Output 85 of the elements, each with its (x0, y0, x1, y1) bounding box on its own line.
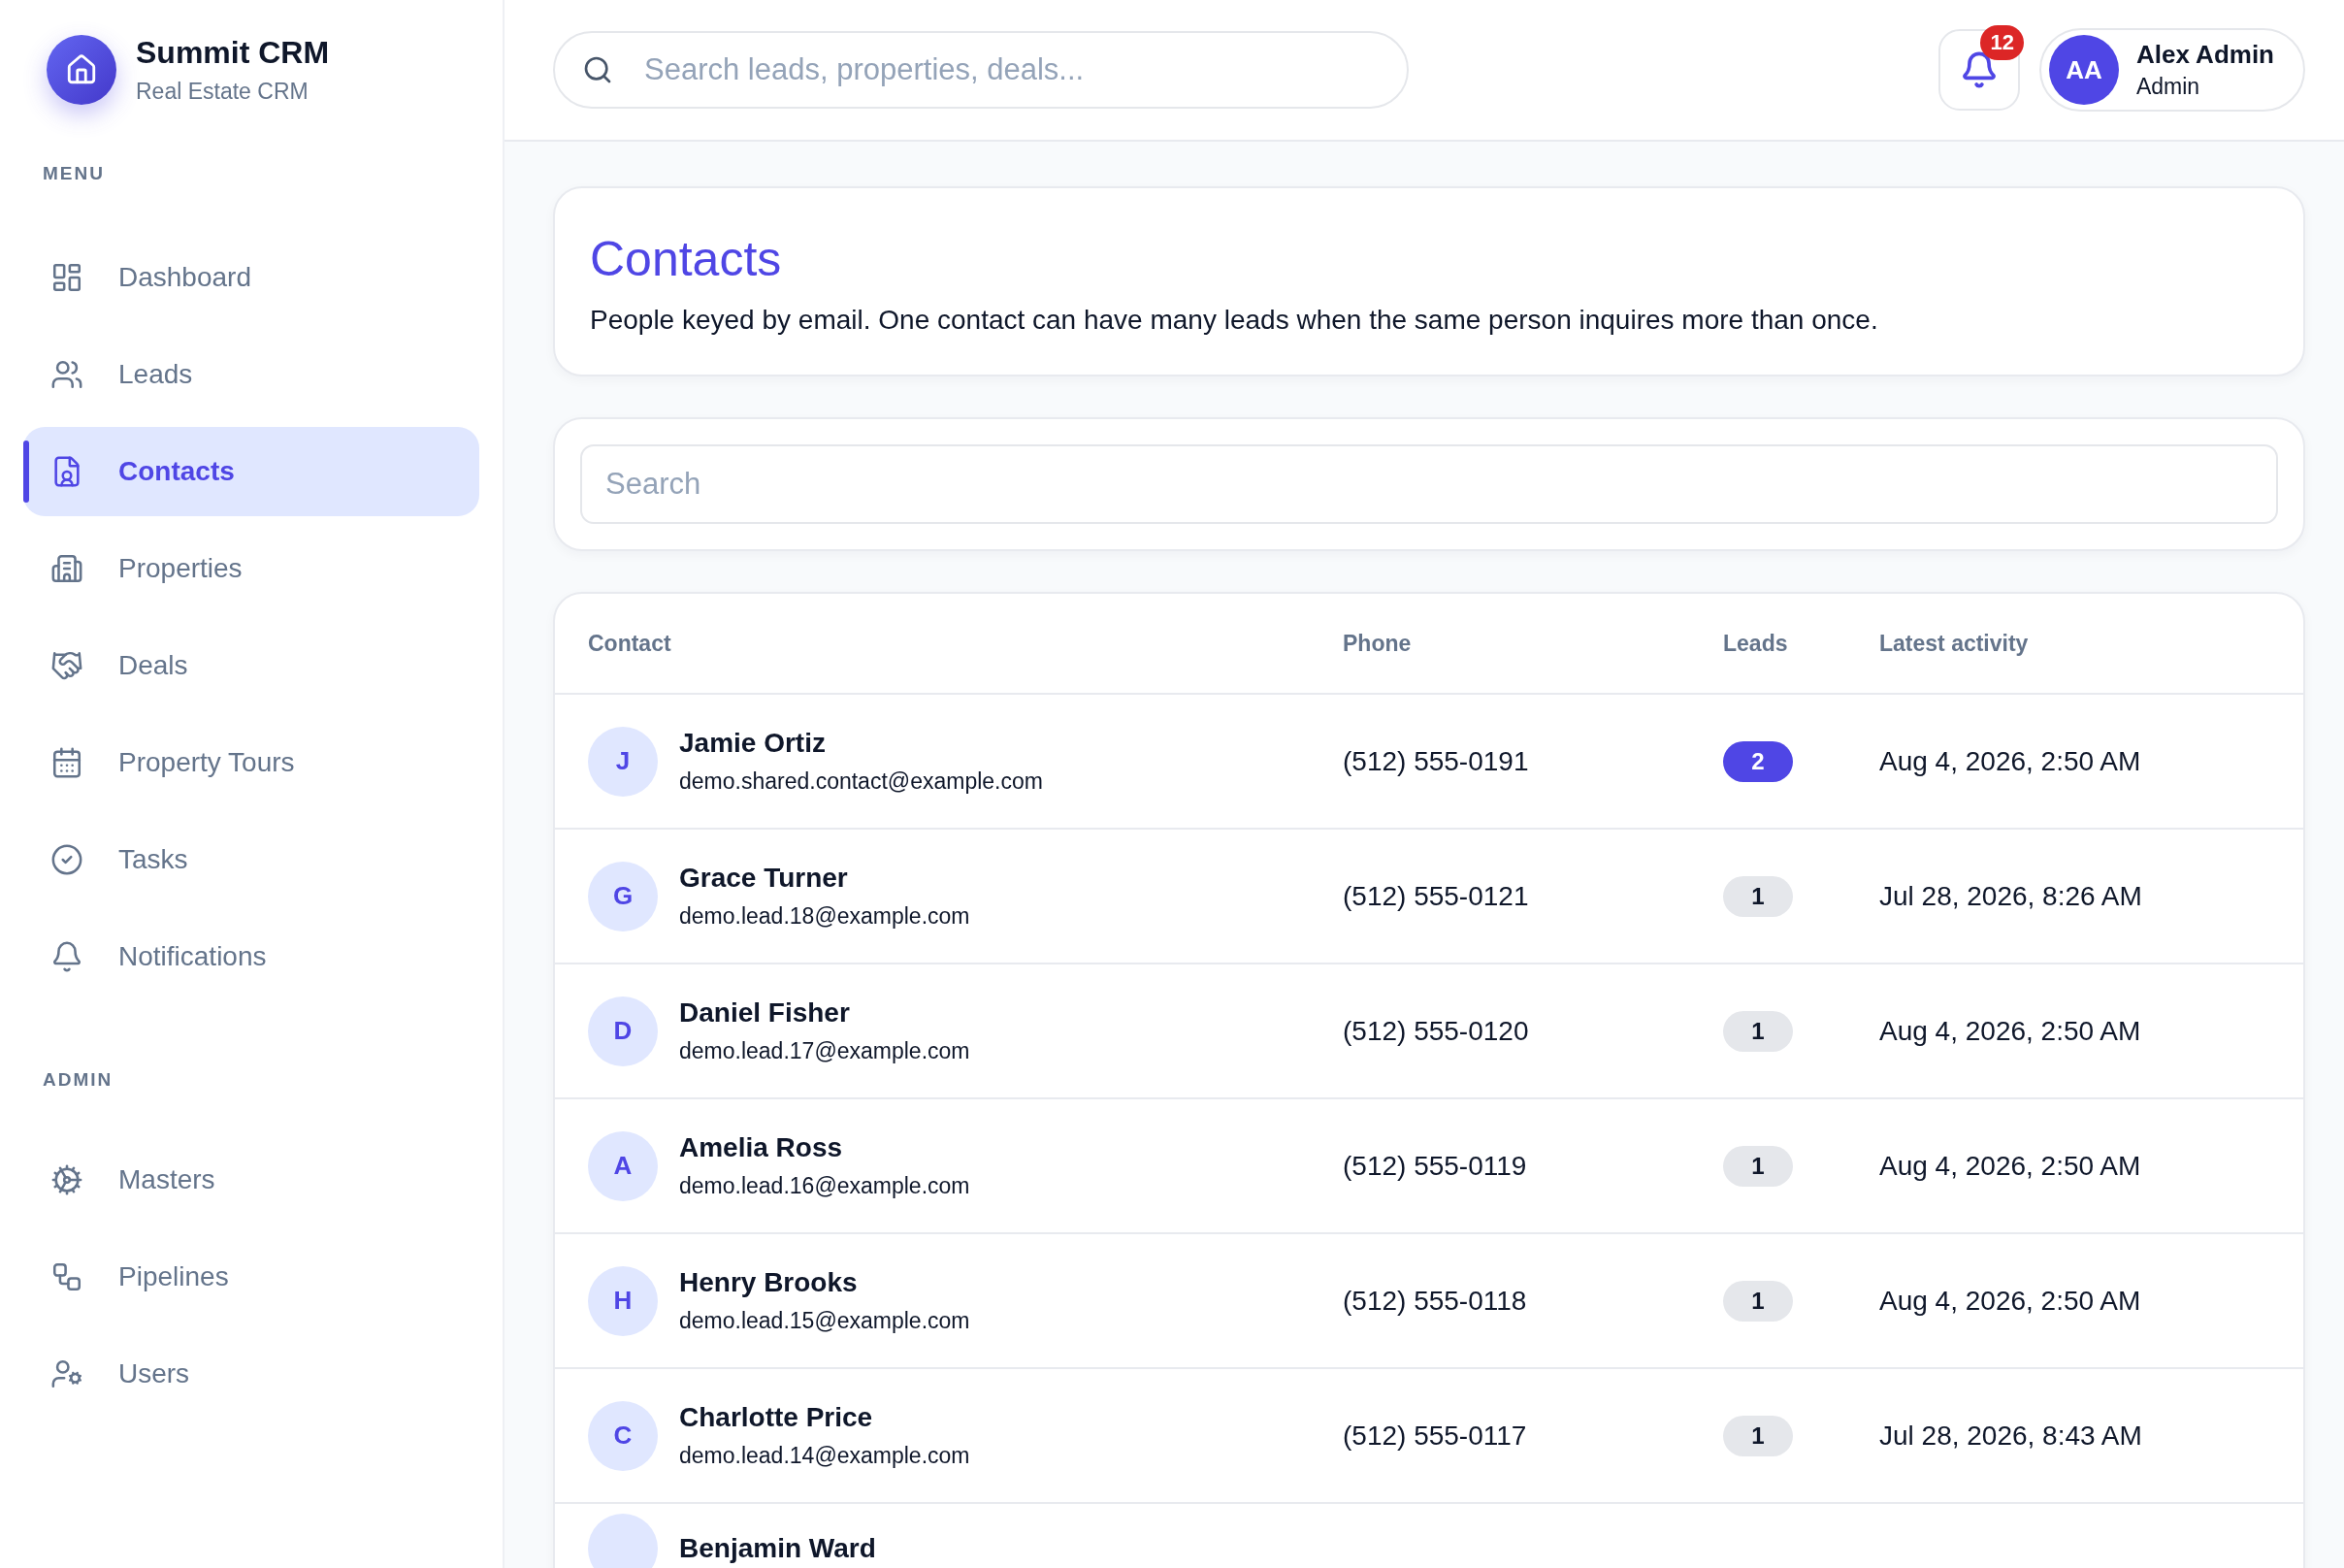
calendar-icon (50, 746, 83, 779)
notification-count: 12 (1980, 25, 2024, 60)
contact-avatar (588, 1514, 658, 1568)
column-header: Leads (1723, 630, 1788, 657)
search-icon (582, 54, 613, 85)
table-row[interactable]: H Henry Brooks demo.lead.15@example.com (512) 555-0118 1 Aug 4, 2026, 2:50 AM (555, 1234, 2303, 1369)
contact-avatar: G (588, 861, 658, 931)
section-heading: ADMIN (42, 1069, 114, 1091)
handshake-icon (50, 649, 83, 682)
sidebar-item[interactable]: Property Tours (23, 718, 479, 807)
sidebar-item[interactable]: Leads (23, 330, 479, 419)
check-circle-icon (50, 843, 83, 876)
sidebar-item[interactable]: Users (23, 1329, 479, 1419)
contact-name: Charlotte Price (679, 1402, 874, 1433)
sidebar-item[interactable]: Pipelines (23, 1232, 479, 1322)
user-role: Admin (2135, 74, 2201, 100)
activity-cell: Aug 4, 2026, 2:50 AM (1879, 745, 2141, 777)
sidebar-item[interactable]: Contacts (23, 427, 479, 516)
contact-email: demo.lead.16@example.com (679, 1173, 970, 1199)
contact-name: Daniel Fisher (679, 997, 851, 1029)
user-name: Alex Admin (2135, 40, 2274, 70)
contact-avatar: J (588, 726, 658, 797)
phone-cell: (512) 555-0121 (1343, 880, 1529, 912)
contact-email: demo.lead.17@example.com (679, 1038, 970, 1064)
search-input[interactable]: Search leads, properties, deals... (642, 33, 1407, 107)
user-avatar: AA (2048, 35, 2119, 105)
page-description: People keyed by email. One contact can have many leads when the same person inquires more than once. (590, 305, 1879, 336)
leads-count: 2 (1723, 740, 1793, 782)
search-field[interactable]: Search leads, properties, deals... (553, 31, 1409, 109)
app-title: Summit CRM (136, 35, 330, 71)
contact-avatar: C (588, 1400, 658, 1471)
sidebar-item[interactable]: Properties (23, 524, 479, 613)
sidebar-item[interactable]: Deals (23, 621, 479, 710)
sidebar-item[interactable]: Masters (23, 1135, 479, 1225)
gear-icon (50, 1163, 83, 1196)
table-row[interactable]: J Jamie Ortiz demo.shared.contact@example.com (512) 555-0191 2 Aug 4, 2026, 2:50 AM (555, 695, 2303, 830)
leads-count: 1 (1723, 1010, 1793, 1052)
sidebar-item[interactable]: Tasks (23, 815, 479, 904)
leads-count: 1 (1723, 1145, 1793, 1187)
table-row[interactable]: Benjamin Ward (555, 1504, 2303, 1568)
activity-cell: Jul 28, 2026, 8:26 AM (1879, 880, 2142, 912)
sidebar-item[interactable]: Dashboard (23, 233, 479, 322)
contact-email: demo.lead.14@example.com (679, 1443, 970, 1469)
logo-icon (47, 35, 116, 105)
user-gear-icon (50, 1357, 83, 1390)
phone-cell: (512) 555-0118 (1343, 1285, 1527, 1317)
dashboard-icon (50, 261, 83, 294)
people-icon (50, 358, 83, 391)
activity-cell: Jul 28, 2026, 8:43 AM (1879, 1420, 2142, 1452)
activity-cell: Aug 4, 2026, 2:50 AM (1879, 1150, 2141, 1182)
table-row[interactable]: G Grace Turner demo.lead.18@example.com (512) 555-0121 1 Jul 28, 2026, 8:26 AM (555, 830, 2303, 964)
table-row[interactable]: D Daniel Fisher demo.lead.17@example.com (512) 555-0120 1 Aug 4, 2026, 2:50 AM (555, 964, 2303, 1099)
workflow-icon (50, 1260, 83, 1293)
sidebar-item[interactable]: Notifications (23, 912, 479, 1001)
page-title: Contacts (590, 231, 783, 287)
phone-cell: (512) 555-0117 (1343, 1420, 1527, 1452)
contact-name: Henry Brooks (679, 1267, 859, 1298)
contact-name: Amelia Ross (679, 1132, 844, 1163)
contact-name: Benjamin Ward (679, 1533, 876, 1564)
column-header: Contact (588, 630, 671, 657)
contact-name: Jamie Ortiz (679, 728, 827, 759)
section-heading: MENU (42, 163, 105, 184)
contact-avatar: D (588, 996, 658, 1066)
contact-avatar: H (588, 1265, 658, 1336)
leads-count: 1 (1723, 875, 1793, 917)
app-subtitle: Real Estate CRM (136, 79, 309, 105)
column-header: Latest activity (1879, 630, 2029, 657)
leads-count: 1 (1723, 1415, 1793, 1456)
user-menu[interactable]: AA Alex Admin Admin (2038, 28, 2305, 112)
activity-cell: Aug 4, 2026, 2:50 AM (1879, 1285, 2141, 1317)
building-icon (50, 552, 83, 585)
contact-name: Grace Turner (679, 863, 849, 894)
phone-cell: (512) 555-0191 (1343, 745, 1529, 777)
table-row[interactable]: C Charlotte Price demo.lead.14@example.com (512) 555-0117 1 Jul 28, 2026, 8:43 AM (555, 1369, 2303, 1504)
contact-email: demo.shared.contact@example.com (679, 768, 1043, 795)
contact-email: demo.lead.15@example.com (679, 1308, 970, 1334)
activity-cell: Aug 4, 2026, 2:50 AM (1879, 1015, 2141, 1047)
phone-cell: (512) 555-0119 (1343, 1150, 1527, 1182)
contact-email: demo.lead.18@example.com (679, 903, 970, 930)
table-row[interactable]: A Amelia Ross demo.lead.16@example.com (512) 555-0119 1 Aug 4, 2026, 2:50 AM (555, 1099, 2303, 1234)
bell-icon (50, 940, 83, 973)
contact-avatar: A (588, 1130, 658, 1201)
column-header: Phone (1343, 630, 1412, 657)
phone-cell: (512) 555-0120 (1343, 1015, 1529, 1047)
leads-count: 1 (1723, 1280, 1793, 1322)
